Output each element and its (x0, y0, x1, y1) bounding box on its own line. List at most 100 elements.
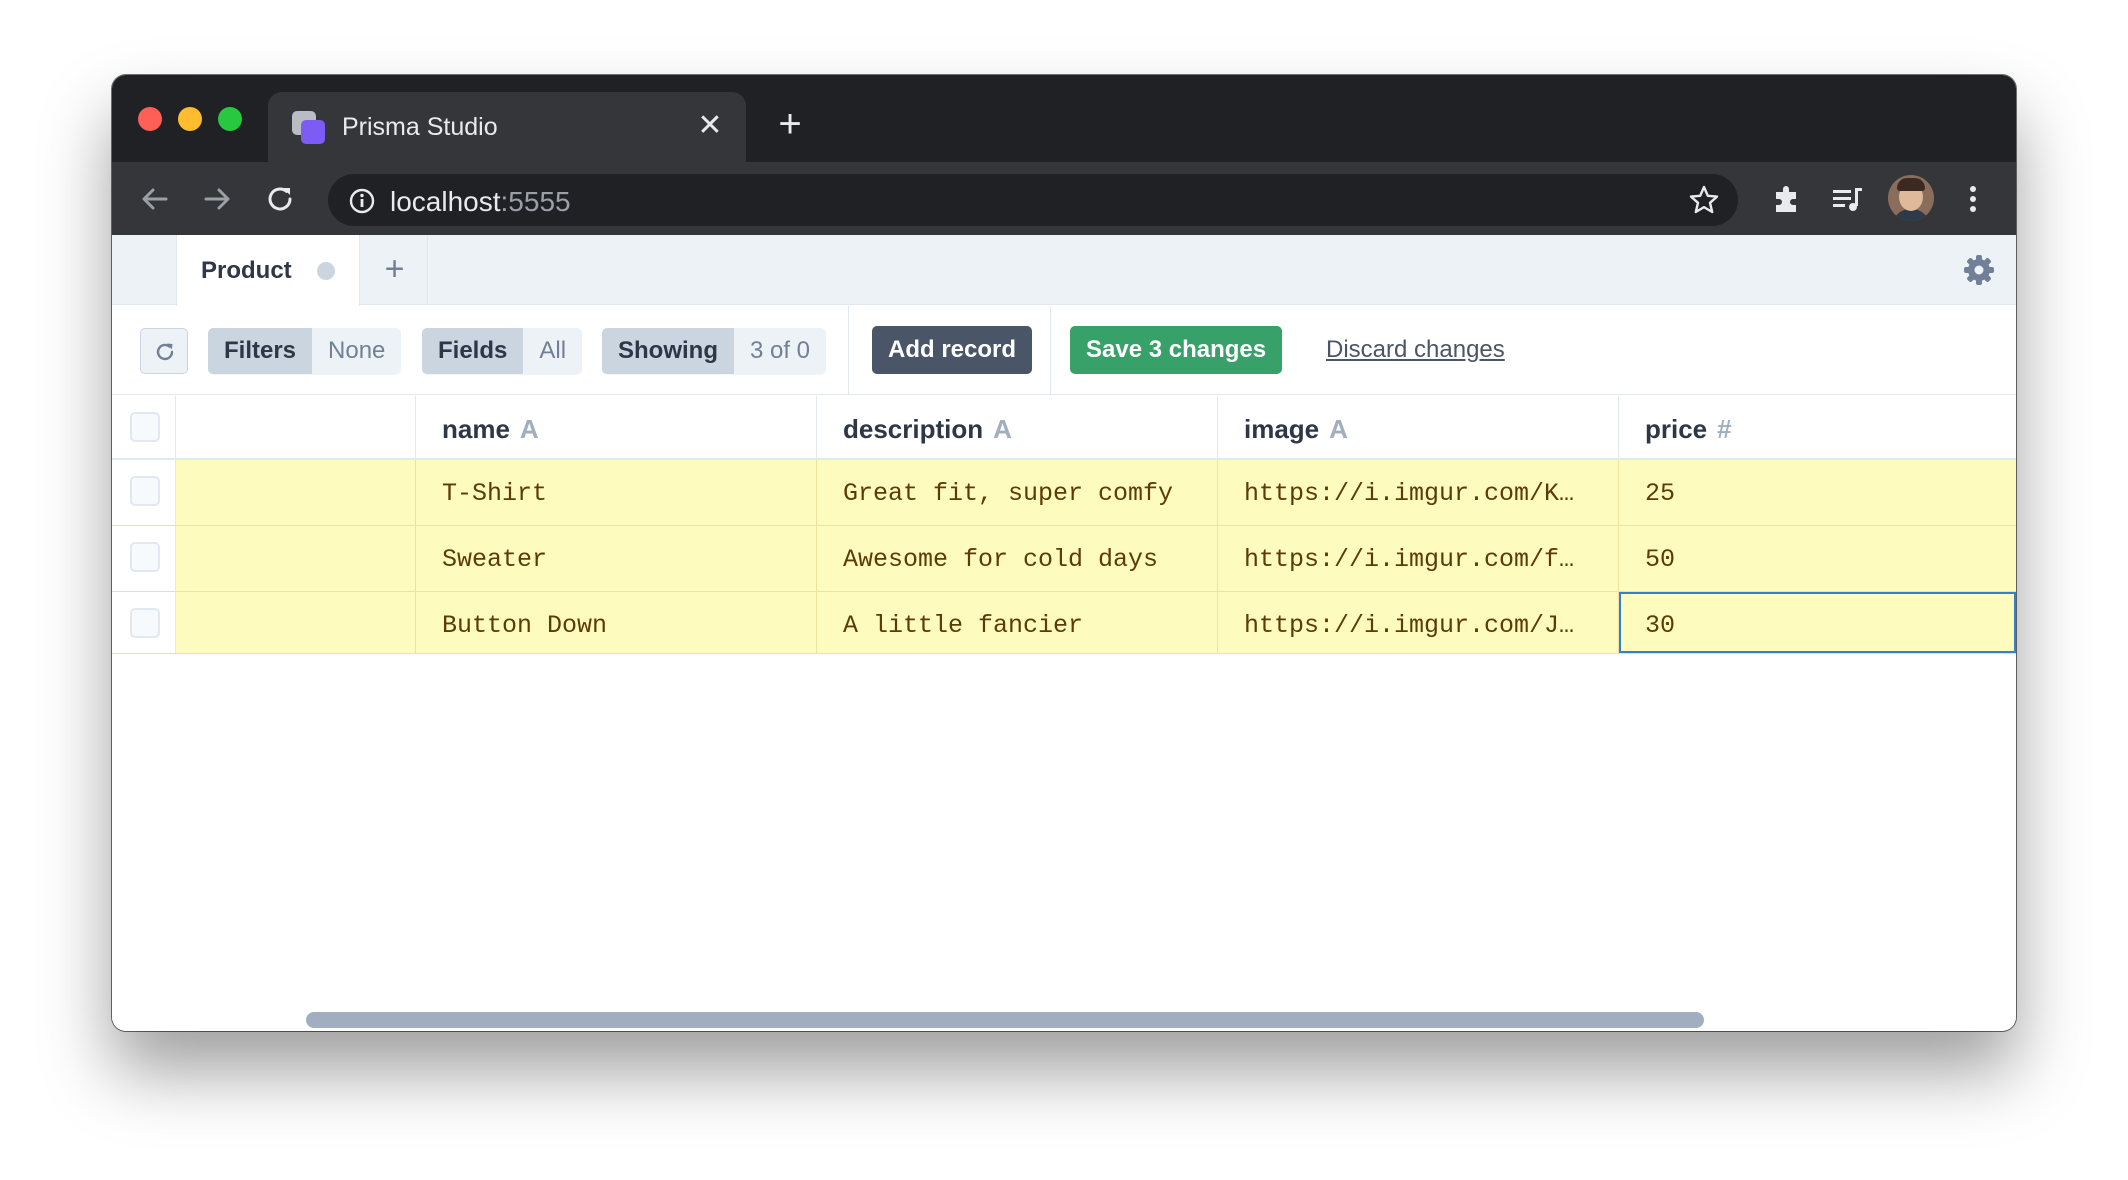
column-name: image (1244, 414, 1320, 444)
toolbar-divider (1050, 306, 1051, 395)
browser-window: Prisma Studio ✕ + localhost:5555 Product… (112, 75, 2016, 1031)
cell-price-selected[interactable]: 30 (1619, 592, 2016, 653)
tab-close-icon[interactable]: ✕ (692, 108, 728, 144)
column-name: name (442, 414, 510, 444)
cell-value: https://i.imgur.com/f… (1244, 545, 1575, 574)
cell-value: https://i.imgur.com/K… (1244, 479, 1575, 508)
window-maximize-button[interactable] (218, 107, 242, 131)
cell-value: https://i.imgur.com/J… (1244, 611, 1575, 640)
filters-value: None (312, 328, 402, 374)
cell-description[interactable]: Great fit, super comfy (817, 460, 1218, 525)
back-arrow-icon[interactable] (136, 180, 174, 218)
fields-value: All (523, 328, 583, 374)
cell-value: Button Down (442, 611, 608, 640)
cell-name[interactable]: Button Down (416, 592, 817, 653)
refresh-icon (156, 343, 174, 361)
column-header-price[interactable]: price # (1619, 396, 2016, 458)
column-name: description (843, 414, 984, 444)
star-icon[interactable] (1688, 184, 1720, 216)
filters-toggle[interactable]: Filters None (208, 328, 402, 374)
cell-value: Sweater (442, 545, 548, 574)
table-row: Sweater Awesome for cold days https://i.… (112, 526, 2016, 592)
cell-description[interactable]: Awesome for cold days (817, 526, 1218, 591)
column-name: price (1645, 414, 1708, 444)
browser-toolbar: localhost:5555 (112, 162, 2016, 235)
table-row: T-Shirt Great fit, super comfy https://i… (112, 460, 2016, 526)
grid-header: name A description A image A price # (112, 396, 2016, 460)
column-type-number: # (1717, 414, 1732, 444)
cell-price[interactable]: 25 (1619, 460, 2016, 525)
toolbar-divider (848, 306, 849, 395)
puzzle-icon[interactable] (1768, 180, 1806, 218)
url-port: :5555 (500, 186, 571, 217)
cell-description[interactable]: A little fancier (817, 592, 1218, 653)
fields-toggle[interactable]: Fields All (422, 328, 583, 374)
showing-value: 3 of 0 (733, 328, 827, 374)
url-host: localhost (390, 186, 501, 217)
table-row: Button Down A little fancier https://i.i… (112, 592, 2016, 654)
media-queue-icon[interactable] (1828, 180, 1866, 218)
cell-value: Awesome for cold days (843, 545, 1159, 574)
profile-avatar[interactable] (1888, 175, 1934, 221)
url-text: localhost:5555 (390, 186, 571, 218)
tab-product[interactable]: Product (176, 235, 360, 306)
cell-value: T-Shirt (442, 479, 548, 508)
row-spacer-cell (176, 592, 416, 653)
row-select-cell (112, 460, 176, 525)
cell-image[interactable]: https://i.imgur.com/K… (1218, 460, 1619, 525)
select-all-checkbox[interactable] (130, 412, 160, 442)
info-icon[interactable] (348, 187, 376, 215)
reload-icon[interactable] (262, 180, 300, 218)
tab-title: Prisma Studio (342, 113, 498, 141)
gear-icon[interactable] (1962, 253, 1996, 287)
column-type-string: A (1329, 414, 1348, 444)
cell-image[interactable]: https://i.imgur.com/J… (1218, 592, 1619, 653)
cell-value: 50 (1645, 545, 1676, 574)
studio-toolbar: Filters None Fields All Showing 3 of 0 A… (112, 306, 2016, 395)
discard-changes-link[interactable]: Discard changes (1326, 336, 1505, 364)
cell-value: Great fit, super comfy (843, 479, 1174, 508)
column-header-description[interactable]: description A (817, 396, 1218, 458)
add-model-tab-plus-icon[interactable]: + (362, 235, 428, 305)
kebab-menu-icon[interactable] (1954, 180, 1992, 218)
row-checkbox[interactable] (130, 608, 160, 638)
browser-tab-strip: Prisma Studio ✕ + (112, 75, 2016, 162)
window-minimize-button[interactable] (178, 107, 202, 131)
cell-name[interactable]: T-Shirt (416, 460, 817, 525)
column-header-name[interactable]: name A (416, 396, 817, 458)
row-checkbox[interactable] (130, 476, 160, 506)
row-select-cell (112, 526, 176, 591)
unsaved-indicator[interactable] (317, 262, 335, 280)
cell-name[interactable]: Sweater (416, 526, 817, 591)
fields-label: Fields (422, 328, 524, 374)
window-close-button[interactable] (138, 107, 162, 131)
cell-price[interactable]: 50 (1619, 526, 2016, 591)
browser-tab[interactable]: Prisma Studio ✕ (268, 92, 746, 162)
prisma-favicon-icon (292, 111, 326, 145)
column-type-string: A (993, 414, 1012, 444)
desktop-background: Prisma Studio ✕ + localhost:5555 Product… (0, 0, 2128, 1180)
model-tab-label: Product (201, 257, 292, 284)
showing-label: Showing (602, 328, 734, 374)
add-record-button[interactable]: Add record (872, 326, 1033, 374)
column-type-string: A (519, 414, 539, 444)
select-all-cell (112, 396, 176, 458)
address-bar[interactable]: localhost:5555 (328, 174, 1738, 226)
prisma-studio-app: Product + Filters None Fields All Showin… (112, 235, 2016, 1031)
forward-arrow-icon[interactable] (198, 180, 236, 218)
row-spacer-cell (176, 526, 416, 591)
model-tab-bar: Product + (112, 235, 2016, 306)
cell-image[interactable]: https://i.imgur.com/f… (1218, 526, 1619, 591)
row-select-cell (112, 592, 176, 653)
cell-value: 30 (1645, 611, 1676, 640)
save-changes-button[interactable]: Save 3 changes (1070, 326, 1283, 374)
row-spacer-cell (176, 460, 416, 525)
new-tab-plus-icon[interactable]: + (772, 104, 808, 144)
cell-value: 25 (1645, 479, 1676, 508)
showing-toggle[interactable]: Showing 3 of 0 (602, 328, 827, 374)
row-checkbox[interactable] (130, 542, 160, 572)
column-header-image[interactable]: image A (1218, 396, 1619, 458)
header-spacer (176, 396, 416, 458)
horizontal-scrollbar[interactable] (306, 1012, 1704, 1028)
refresh-button[interactable] (140, 328, 188, 374)
